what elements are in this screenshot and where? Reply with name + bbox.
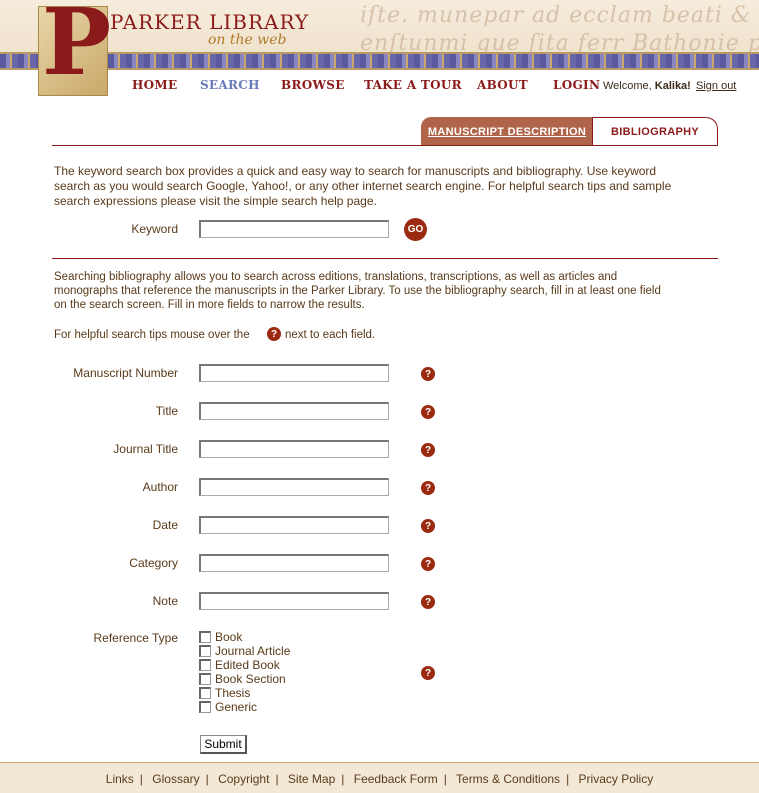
author-help-icon[interactable]: ? — [421, 481, 435, 495]
note-input[interactable] — [199, 592, 389, 610]
category-input[interactable] — [199, 554, 389, 572]
title-help-icon[interactable]: ? — [421, 405, 435, 419]
nav-login[interactable]: LOGIN — [553, 78, 600, 92]
option-label: Generic — [215, 700, 258, 714]
author-label: Author — [142, 480, 178, 494]
help-tip-prefix: For helpful search tips mouse over the — [54, 329, 250, 341]
help-icon: ? — [267, 327, 281, 341]
reference-type-option[interactable]: Book — [199, 630, 290, 644]
tab-manuscript-description[interactable]: MANUSCRIPT DESCRIPTION — [421, 117, 593, 146]
tab-bibliography[interactable]: BIBLIOGRAPHY — [592, 117, 718, 146]
footer-link-glossary[interactable]: Glossary — [152, 772, 199, 786]
reference-type-option[interactable]: Book Section — [199, 672, 290, 686]
keyword-label: Keyword — [131, 222, 178, 236]
tab-bibliography-label: BIBLIOGRAPHY — [611, 126, 699, 138]
manuscript-number-label: Manuscript Number — [73, 366, 178, 380]
sign-out-link[interactable]: Sign out — [696, 80, 736, 92]
reference-type-option[interactable]: Thesis — [199, 686, 290, 700]
nav-search[interactable]: SEARCH — [200, 78, 260, 92]
title-input[interactable] — [199, 402, 389, 420]
checkbox[interactable] — [199, 659, 211, 671]
reference-type-label: Reference Type — [93, 631, 179, 645]
submit-button[interactable]: Submit — [200, 735, 247, 754]
site-title[interactable]: PARKER LIBRARY — [110, 10, 309, 34]
welcome-prefix: Welcome, — [603, 80, 652, 92]
nav-about[interactable]: ABOUT — [477, 78, 528, 92]
footer-links: Links | Glossary | Copyright | Site Map | Fe… — [0, 772, 759, 786]
keyword-intro: The keyword search box provides a quick … — [54, 164, 672, 208]
footer-separator: | — [443, 772, 447, 786]
bibliography-intro: Searching bibliography allows you to sea… — [54, 271, 661, 311]
keyword-input[interactable] — [199, 220, 389, 238]
author-input[interactable] — [199, 478, 389, 496]
category-help-icon[interactable]: ? — [421, 557, 435, 571]
journal-title-label: Journal Title — [113, 442, 178, 456]
reference-type-option[interactable]: Edited Book — [199, 658, 290, 672]
option-label: Edited Book — [215, 658, 280, 672]
footer-separator: | — [275, 772, 279, 786]
reference-type-help-icon[interactable]: ? — [421, 666, 435, 680]
go-button[interactable]: GO — [404, 218, 427, 241]
reference-type-group: Book Journal Article Edited Book Book Se… — [199, 630, 290, 714]
category-label: Category — [129, 556, 178, 570]
checkbox[interactable] — [199, 673, 211, 685]
footer-separator: | — [566, 772, 570, 786]
tab-manuscript-description-label: MANUSCRIPT DESCRIPTION — [427, 125, 587, 138]
help-tip-text: For helpful search tips mouse over the — [54, 328, 250, 342]
tabs-divider — [52, 145, 718, 146]
reference-type-option[interactable]: Generic — [199, 700, 290, 714]
nav-take-a-tour[interactable]: TAKE A TOUR — [364, 78, 462, 92]
footer-link-feedback-form[interactable]: Feedback Form — [354, 772, 438, 786]
footer-link-terms-conditions[interactable]: Terms & Conditions — [456, 772, 560, 786]
nav-browse[interactable]: BROWSE — [281, 78, 345, 92]
option-label: Book — [215, 630, 243, 644]
help-tip-suffix: next to each field. — [285, 329, 376, 341]
footer-link-site-map[interactable]: Site Map — [288, 772, 335, 786]
note-help-icon[interactable]: ? — [421, 595, 435, 609]
option-label: Thesis — [215, 686, 251, 700]
date-label: Date — [152, 518, 178, 532]
checkbox[interactable] — [199, 701, 211, 713]
user-name: Kalika! — [654, 80, 691, 92]
checkbox[interactable] — [199, 631, 211, 643]
title-label: Title — [155, 404, 178, 418]
footer-link-links[interactable]: Links — [106, 772, 134, 786]
nav-home[interactable]: HOME — [132, 78, 177, 92]
checkbox[interactable] — [199, 687, 211, 699]
note-label: Note — [152, 594, 178, 608]
welcome-message: Welcome, Kalika! — [603, 80, 691, 92]
decorative-ribbon — [0, 52, 759, 70]
date-input[interactable] — [199, 516, 389, 534]
site-subtitle: on the web — [208, 32, 287, 48]
date-help-icon[interactable]: ? — [421, 519, 435, 533]
footer-separator: | — [139, 772, 143, 786]
logo-letter-p[interactable]: P — [42, 0, 111, 88]
footer-link-copyright[interactable]: Copyright — [218, 772, 269, 786]
section-divider — [52, 258, 718, 259]
reference-type-option[interactable]: Journal Article — [199, 644, 290, 658]
checkbox[interactable] — [199, 645, 211, 657]
manuscript-number-help-icon[interactable]: ? — [421, 367, 435, 381]
option-label: Book Section — [215, 672, 286, 686]
footer-separator: | — [205, 772, 209, 786]
footer-separator: | — [341, 772, 345, 786]
journal-title-help-icon[interactable]: ? — [421, 443, 435, 457]
footer-link-privacy-policy[interactable]: Privacy Policy — [579, 772, 654, 786]
option-label: Journal Article — [215, 644, 291, 658]
manuscript-banner-image: iſte. munepar ad ecclam beati & pſati ge… — [360, 3, 759, 56]
manuscript-number-input[interactable] — [199, 364, 389, 382]
journal-title-input[interactable] — [199, 440, 389, 458]
